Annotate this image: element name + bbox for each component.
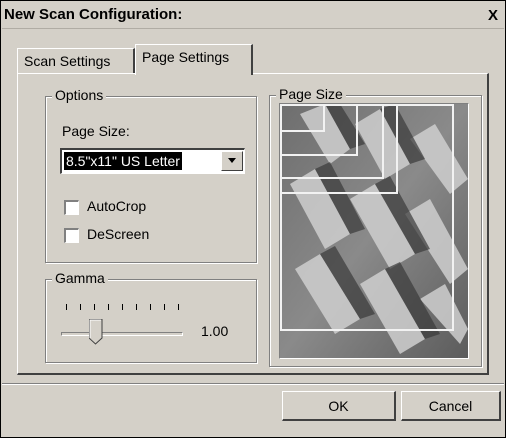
ok-button[interactable]: OK (282, 391, 396, 421)
slider-tick (122, 304, 123, 310)
gamma-slider-track[interactable] (61, 332, 183, 336)
slider-tick (136, 304, 137, 310)
cancel-button-label: Cancel (428, 397, 473, 414)
tab-page-settings[interactable]: Page Settings (135, 44, 253, 75)
autocrop-checkbox[interactable] (64, 200, 79, 215)
gamma-value: 1.00 (201, 323, 229, 339)
slider-tick (66, 304, 67, 310)
slider-tick (94, 304, 95, 310)
gamma-slider-thumb[interactable] (88, 318, 103, 345)
tab-label: Scan Settings (24, 53, 111, 69)
slider-tick (80, 304, 81, 310)
close-icon[interactable]: X (484, 6, 502, 24)
slider-tick (164, 304, 165, 310)
page-size-preview-image (279, 103, 469, 359)
options-group-label: Options (52, 87, 107, 103)
tab-scan-settings[interactable]: Scan Settings (17, 48, 135, 74)
page-size-label: Page Size: (62, 123, 130, 139)
separator (2, 383, 504, 385)
page-outline-letter (280, 104, 454, 331)
chevron-down-icon[interactable] (221, 151, 243, 171)
title-bar[interactable]: New Scan Configuration: X (2, 2, 504, 29)
page-size-select[interactable]: 8.5"x11" US Letter (60, 148, 245, 174)
ok-button-label: OK (328, 397, 349, 414)
dialog-title: New Scan Configuration: (4, 6, 183, 23)
autocrop-label[interactable]: AutoCrop (87, 198, 146, 214)
slider-tick (108, 304, 109, 310)
descreen-label[interactable]: DeScreen (87, 226, 149, 242)
gamma-group-label: Gamma (52, 270, 108, 286)
slider-tick (178, 304, 179, 310)
dialog-window: New Scan Configuration: X Scan Settings … (0, 0, 506, 438)
descreen-checkbox[interactable] (64, 228, 79, 243)
tab-label: Page Settings (142, 49, 230, 65)
slider-tick (150, 304, 151, 310)
page-size-preview-label: Page Size (276, 86, 346, 102)
cancel-button[interactable]: Cancel (401, 391, 501, 421)
gamma-group: Gamma (45, 270, 257, 363)
page-size-selected-value: 8.5"x11" US Letter (64, 152, 182, 170)
